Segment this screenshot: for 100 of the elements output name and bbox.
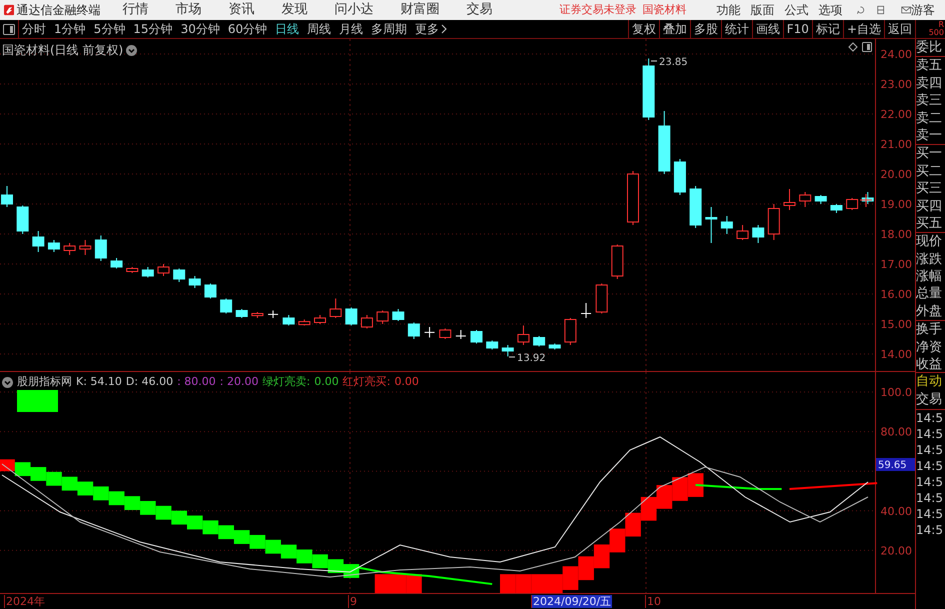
price-axis-label: 22.00 — [880, 108, 912, 121]
indicator-axis-label: 100.0 — [880, 386, 912, 399]
k-value: K: 54.10 — [76, 374, 122, 390]
user-label[interactable]: 游客 — [911, 1, 935, 19]
quote-label: 换手 — [916, 321, 943, 339]
time-label: 14:5 — [916, 426, 944, 442]
candle — [298, 319, 310, 326]
chevron-right-icon[interactable] — [441, 24, 448, 34]
quote-label: 买三 — [916, 180, 943, 198]
quote-label: 卖三 — [916, 92, 943, 110]
candle — [627, 170, 639, 226]
period-tab[interactable]: 周线 — [307, 20, 332, 38]
candle — [736, 224, 749, 240]
period-tab[interactable]: 日线 — [275, 20, 300, 38]
tool-button[interactable]: 叠加 — [658, 20, 690, 38]
quote-label: 外盘 — [916, 302, 943, 320]
period-tab[interactable]: 30分钟 — [180, 20, 220, 38]
candle — [188, 276, 201, 288]
quote-label: 卖二 — [916, 110, 943, 127]
price-axis-label: 24.00 — [880, 48, 912, 61]
panel-toggle-icon[interactable] — [3, 24, 15, 34]
tool-button[interactable]: 统计 — [720, 20, 752, 38]
candle — [611, 244, 624, 280]
candle — [64, 242, 76, 256]
quote-label: 委比 — [916, 39, 943, 56]
period-tab[interactable]: 1分钟 — [54, 20, 86, 38]
current-value-tag: 59.65 — [876, 458, 915, 471]
high-price-label: 23.85 — [659, 57, 688, 68]
candle — [392, 308, 404, 322]
candle — [376, 310, 389, 324]
menu-item[interactable]: 交易 — [466, 0, 492, 20]
candle — [16, 205, 29, 234]
candle — [126, 266, 138, 274]
candle — [674, 158, 686, 196]
tool-button[interactable]: +自选 — [842, 20, 884, 38]
candle — [142, 266, 154, 278]
candle — [486, 340, 498, 350]
period-tab[interactable]: 更多 — [415, 20, 440, 38]
tool-button[interactable]: 复权 — [628, 20, 659, 38]
diamond-icon[interactable] — [848, 42, 858, 52]
panel-toggle-icon[interactable] — [862, 42, 872, 52]
price-axis-label: 16.00 — [880, 288, 912, 301]
menu-item[interactable]: 市场 — [175, 0, 202, 20]
tool-button[interactable]: 标记 — [812, 20, 843, 38]
quote-label: 买四 — [916, 198, 943, 215]
dropdown-icon[interactable] — [2, 376, 13, 388]
candle — [158, 264, 170, 276]
quote-label: 卖五 — [916, 57, 943, 75]
candle — [408, 322, 420, 340]
indicator-axis-label: 80.00 — [880, 426, 912, 439]
candle — [548, 343, 561, 350]
menu-item[interactable]: 版面 — [750, 1, 774, 19]
price-axis-label: 14.00 — [880, 348, 912, 361]
time-label: 14:5 — [916, 410, 944, 426]
candle — [424, 326, 436, 338]
tool-button[interactable]: F10 — [782, 20, 812, 38]
period-tab[interactable]: 分时 — [22, 20, 46, 38]
date-axis-label: 2024/09/20/五 — [531, 595, 612, 608]
menu-item[interactable]: 公式 — [784, 1, 808, 19]
candle — [48, 240, 60, 252]
candle — [642, 58, 655, 120]
menu-item[interactable]: 发现 — [281, 0, 308, 20]
candle — [768, 204, 780, 240]
candle — [79, 240, 92, 256]
candle — [830, 204, 842, 214]
login-status: 证券交易未登录 — [559, 2, 636, 18]
period-tab[interactable]: 15分钟 — [133, 20, 173, 38]
dropdown-icon[interactable] — [126, 44, 138, 56]
price-axis-label: 20.00 — [880, 168, 912, 181]
menu-item[interactable]: 选项 — [818, 1, 842, 19]
candle — [470, 330, 482, 344]
menu-item[interactable]: 问小达 — [334, 0, 374, 20]
candle — [220, 298, 232, 314]
lower-level: : 20.00 — [220, 374, 258, 390]
candle — [282, 314, 295, 326]
menu-item[interactable]: 功能 — [716, 1, 740, 19]
quote-label: 收益 — [916, 356, 943, 374]
menu-item[interactable]: 行情 — [122, 0, 148, 20]
period-tab[interactable]: 60分钟 — [228, 20, 268, 38]
leader-line — [650, 60, 658, 62]
candle — [173, 268, 186, 282]
tool-button[interactable]: 返回 — [884, 20, 915, 38]
date-axis-label: 9 — [348, 595, 358, 608]
app-title: 通达信金融终端 — [16, 2, 100, 19]
candle — [596, 283, 608, 314]
period-tab[interactable]: 月线 — [339, 20, 364, 38]
period-tab[interactable]: 5分钟 — [94, 20, 126, 38]
candle — [533, 336, 546, 347]
mail-icon[interactable] — [900, 5, 911, 15]
tool-button[interactable]: 多股 — [690, 20, 721, 38]
period-tab[interactable]: 多周期 — [371, 20, 408, 38]
leader-line — [508, 356, 516, 358]
quote-label: 现价 — [916, 233, 943, 251]
trade-label[interactable]: 自动 — [916, 373, 945, 391]
tool-button[interactable]: 画线 — [752, 20, 783, 38]
candle — [455, 330, 466, 340]
menu-item[interactable]: 财富圈 — [400, 0, 440, 20]
trade-label[interactable]: 交易 — [916, 391, 945, 409]
quote-label: 买一 — [916, 145, 943, 163]
menu-item[interactable]: 资讯 — [228, 0, 254, 20]
